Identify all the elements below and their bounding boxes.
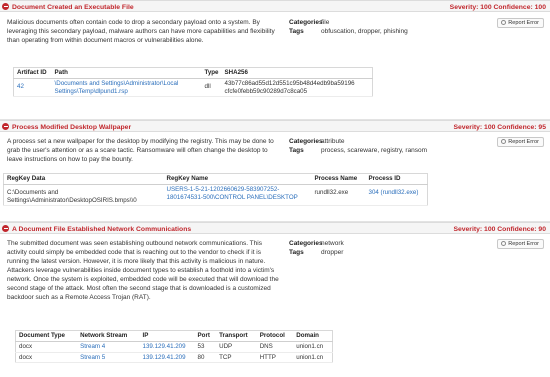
type-cell: dll — [201, 78, 222, 98]
column-header: Path — [51, 67, 202, 80]
categories-label: Categories — [289, 138, 323, 145]
column-header: RegKey Name — [163, 173, 312, 186]
artifact-id-link[interactable]: 42 — [13, 78, 52, 98]
artifact-table: Artifact ID Path Type SHA256 42 \Documen… — [13, 67, 373, 98]
table-header-row: Artifact ID Path Type SHA256 — [13, 67, 373, 80]
table-header-row: RegKey Data RegKey Name Process Name Pro… — [3, 173, 428, 186]
column-header: Domain — [293, 330, 333, 343]
port-cell: 53 — [194, 341, 217, 353]
table-row: docx Stream 5 139.129.41.209 80 TCP HTTP… — [15, 352, 333, 364]
regkey-name-link[interactable]: USERS-1-5-21-1202660629-583907252-180167… — [163, 184, 312, 207]
section-description: A process set a new wallpaper for the de… — [7, 138, 274, 163]
section-meta: Categoriesnetwork Tags dropper — [289, 239, 344, 257]
sha256-cell: 43b77c86ad55d12d551c95b48d4edb9ba59196 c… — [221, 78, 373, 98]
categories-value: attribute — [321, 138, 345, 145]
minus-circle-icon[interactable] — [2, 123, 9, 130]
ip-link[interactable]: 139.129.41.209 — [139, 352, 195, 364]
protocol-cell: HTTP — [256, 352, 294, 364]
minus-circle-icon[interactable] — [2, 3, 9, 10]
severity-confidence: Severity: 100 Confidence: 90 — [453, 226, 546, 233]
process-name-cell: rundll32.exe — [311, 184, 366, 207]
flag-icon — [501, 20, 507, 25]
section-description: The submitted document was seen establis… — [7, 240, 279, 301]
network-table: Document Type Network Stream IP Port Tra… — [15, 330, 333, 364]
section-desktop-wallpaper: Process Modified Desktop Wallpaper Sever… — [0, 120, 550, 222]
column-header: IP — [139, 330, 195, 343]
section-description: Malicious documents often contain code t… — [7, 19, 275, 44]
column-header: Process ID — [365, 173, 428, 186]
tags-label: Tags — [289, 28, 304, 35]
section-header[interactable]: A Document File Established Network Comm… — [0, 222, 550, 234]
network-stream-link[interactable]: Stream 4 — [77, 341, 140, 353]
column-header: Network Stream — [77, 330, 140, 343]
domain-cell: union1.cn — [293, 341, 333, 353]
regkey-data-cell: C:\Documents and Settings\Administrator\… — [3, 184, 164, 207]
categories-value: file — [321, 19, 330, 26]
transport-cell: UDP — [216, 341, 257, 353]
section-meta: Categoriesattribute Tags process, scarewa… — [289, 137, 427, 155]
report-error-button[interactable]: Report Error — [497, 18, 544, 28]
column-header: Protocol — [256, 330, 294, 343]
path-link[interactable]: \Documents and Settings\Administrator\Lo… — [51, 78, 202, 98]
severity-confidence: Severity: 100 Confidence: 100 — [449, 4, 546, 11]
column-header: Transport — [216, 330, 257, 343]
tags-label: Tags — [289, 147, 304, 154]
section-meta: Categoriesfile Tags obfuscation, dropper,… — [289, 18, 408, 36]
section-header[interactable]: Document Created an Executable File Seve… — [0, 0, 550, 12]
minus-circle-icon[interactable] — [2, 225, 9, 232]
flag-icon — [501, 241, 507, 246]
report-error-button[interactable]: Report Error — [497, 239, 544, 249]
report-error-button[interactable]: Report Error — [497, 137, 544, 147]
categories-label: Categories — [289, 19, 323, 26]
column-header: RegKey Data — [3, 173, 164, 186]
section-title: Document Created an Executable File — [12, 4, 134, 11]
transport-cell: TCP — [216, 352, 257, 364]
categories-value: network — [321, 240, 344, 247]
domain-cell: union1.cn — [293, 352, 333, 364]
column-header: Process Name — [311, 173, 366, 186]
column-header: SHA256 — [221, 67, 373, 80]
flag-icon — [501, 139, 507, 144]
port-cell: 80 — [194, 352, 217, 364]
protocol-cell: DNS — [256, 341, 294, 353]
section-title: Process Modified Desktop Wallpaper — [12, 124, 132, 131]
column-header: Port — [194, 330, 217, 343]
table-header-row: Document Type Network Stream IP Port Tra… — [15, 330, 333, 343]
network-stream-link[interactable]: Stream 5 — [77, 352, 140, 364]
ip-link[interactable]: 139.129.41.209 — [139, 341, 195, 353]
document-type-cell: docx — [15, 352, 78, 364]
column-header: Document Type — [15, 330, 78, 343]
column-header: Type — [201, 67, 222, 80]
registry-table: RegKey Data RegKey Name Process Name Pro… — [3, 173, 428, 207]
tags-value: dropper — [321, 249, 344, 256]
table-row: 42 \Documents and Settings\Administrator… — [13, 78, 373, 98]
table-row: C:\Documents and Settings\Administrator\… — [3, 184, 428, 207]
table-row: docx Stream 4 139.129.41.209 53 UDP DNS … — [15, 341, 333, 353]
tags-value: process, scareware, registry, ransom — [321, 147, 428, 154]
section-title: A Document File Established Network Comm… — [12, 226, 192, 233]
document-type-cell: docx — [15, 341, 78, 353]
section-network-communications: A Document File Established Network Comm… — [0, 222, 550, 377]
column-header: Artifact ID — [13, 67, 52, 80]
section-executable-file: Document Created an Executable File Seve… — [0, 0, 550, 120]
severity-confidence: Severity: 100 Confidence: 95 — [453, 124, 546, 131]
tags-value: obfuscation, dropper, phishing — [321, 28, 408, 35]
tags-label: Tags — [289, 249, 304, 256]
section-header[interactable]: Process Modified Desktop Wallpaper Sever… — [0, 120, 550, 132]
process-id-link[interactable]: 304 (rundll32.exe) — [365, 184, 428, 207]
categories-label: Categories — [289, 240, 323, 247]
